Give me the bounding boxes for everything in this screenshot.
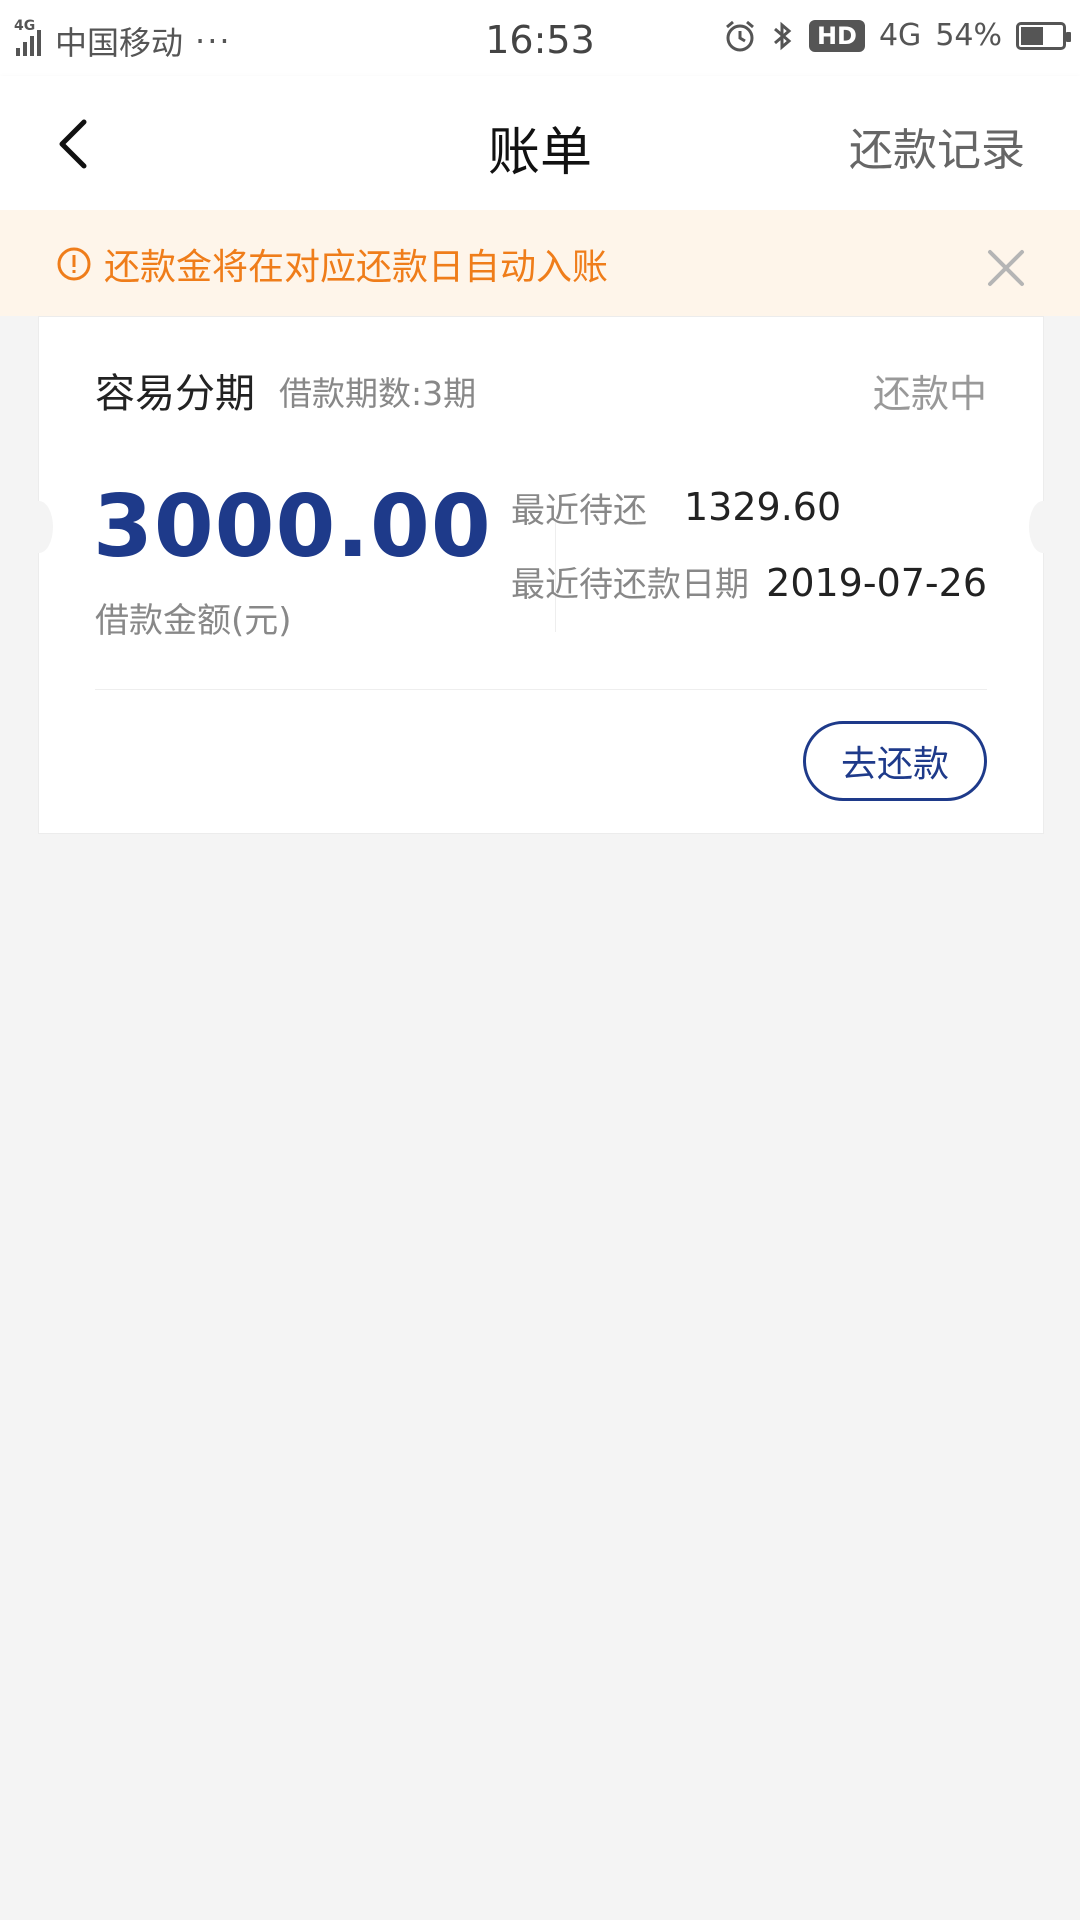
status-right: HD 4G 54% xyxy=(723,18,1071,53)
notice-banner: 还款金将在对应还款日自动入账 xyxy=(0,210,1080,316)
alert-circle-icon xyxy=(57,247,91,281)
alarm-icon xyxy=(725,20,754,51)
card-notch-right xyxy=(1029,501,1057,553)
close-icon[interactable] xyxy=(984,246,1028,290)
product-name: 容易分期 xyxy=(95,371,255,417)
data-indicator: 4G xyxy=(878,18,922,53)
notice-text: 还款金将在对应还款日自动入账 xyxy=(104,247,609,288)
repayment-records-link[interactable]: 还款记录 xyxy=(849,114,1025,178)
battery-icon xyxy=(1016,21,1071,50)
status-badge: 还款中 xyxy=(872,372,987,416)
next-due-date-label: 最近待还款日期 xyxy=(511,565,749,605)
next-due-value: 1329.60 xyxy=(684,485,842,529)
loan-periods: 借款期数:3期 xyxy=(279,374,477,413)
bill-card[interactable]: 容易分期 借款期数:3期 还款中 3000.00 借款金额(元) 最近待还 13… xyxy=(25,316,1057,834)
status-bar: 4G 中国移动 ··· 16:53 HD 4G 54% xyxy=(0,0,1080,76)
battery-percent: 54% xyxy=(935,18,1002,53)
next-due-label: 最近待还 xyxy=(511,491,647,531)
card-divider xyxy=(95,689,987,690)
loan-amount: 3000.00 xyxy=(93,477,492,577)
bluetooth-icon xyxy=(773,21,792,50)
repay-button[interactable]: 去还款 xyxy=(803,721,987,801)
hd-badge: HD xyxy=(808,19,865,52)
loan-amount-label: 借款金额(元) xyxy=(95,601,292,641)
nav-bar: 账单 还款记录 xyxy=(0,76,1080,210)
next-due-date-value: 2019-07-26 xyxy=(766,561,987,605)
card-notch-left xyxy=(25,501,53,553)
